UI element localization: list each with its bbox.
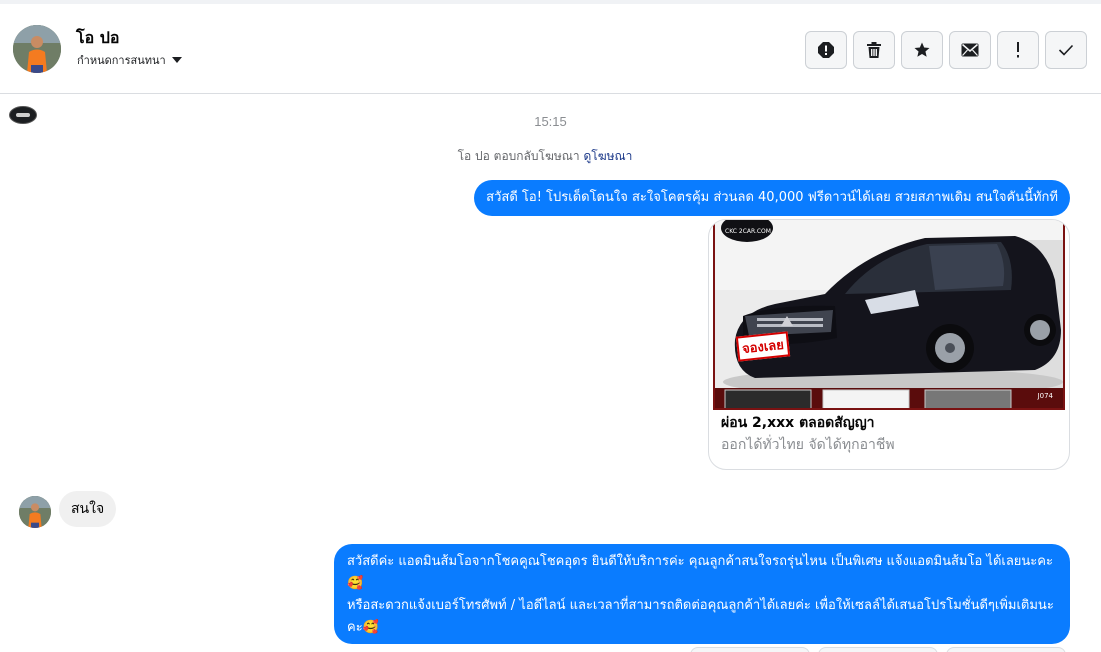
delete-button[interactable] xyxy=(853,31,895,69)
view-ad-link[interactable]: ดูโฆษณา xyxy=(583,149,632,163)
report-icon xyxy=(818,42,834,58)
ad-reply-note: โอ ปอ ตอบกลับโฆษณา ดูโฆษณา xyxy=(0,147,1090,166)
outgoing-message: สวัสดี โอ! โปรเด็ดโดนใจ สะใจโคตรคุ้ม ส่ว… xyxy=(474,180,1070,216)
conversation-header: โอ ปอ กำหนดการสนทนา xyxy=(0,4,1101,94)
ad-card-description: ออกได้ทั่วไทย จัดได้ทุกอาชีพ xyxy=(721,437,895,453)
ad-card-title: ผ่อน 2,xxx ตลอดสัญญา xyxy=(721,415,875,431)
star-button[interactable] xyxy=(901,31,943,69)
message-timestamp: 15:15 xyxy=(534,114,567,129)
outgoing-message: สวัสดีค่ะ แอดมินส้มโอจากโชคคูณโชคอุดร ยิ… xyxy=(334,544,1070,644)
mark-done-button[interactable] xyxy=(1045,31,1087,69)
mark-spam-button[interactable] xyxy=(997,31,1039,69)
ad-logo-text: CKC 2CAR.COM xyxy=(725,228,771,235)
assign-conversation-dropdown[interactable]: กำหนดการสนทนา xyxy=(77,51,182,69)
mark-unread-button[interactable] xyxy=(949,31,991,69)
incoming-message: สนใจ xyxy=(59,491,117,527)
report-button[interactable] xyxy=(805,31,847,69)
quick-reply-peek xyxy=(946,647,1066,652)
contact-avatar[interactable] xyxy=(13,25,61,73)
ad-car-image: CKC 2CAR.COM จองเลย J074 xyxy=(713,220,1065,410)
contact-name: โอ ปอ xyxy=(76,28,120,47)
assign-label: กำหนดการสนทนา xyxy=(77,54,166,67)
contact-avatar-small[interactable] xyxy=(19,496,51,528)
quick-reply-peek xyxy=(690,647,810,652)
exclamation-icon xyxy=(1017,42,1019,58)
checkmark-icon xyxy=(1058,44,1074,56)
ad-reply-note-text: โอ ปอ ตอบกลับโฆษณา xyxy=(457,149,580,163)
star-icon xyxy=(914,42,930,57)
ad-stock-code: J074 xyxy=(1037,392,1053,400)
ad-card[interactable]: CKC 2CAR.COM จองเลย J074 ผ่อน 2,xxx ตลอด… xyxy=(708,219,1070,470)
message-thread[interactable]: 15:15 โอ ปอ ตอบกลับโฆษณา ดูโฆษณา สวัสดี … xyxy=(0,95,1101,652)
envelope-icon xyxy=(961,43,979,57)
trash-icon xyxy=(867,42,881,58)
caret-down-icon xyxy=(171,57,182,63)
quick-reply-peek xyxy=(818,647,938,652)
conversation-toolbar xyxy=(805,31,1087,69)
